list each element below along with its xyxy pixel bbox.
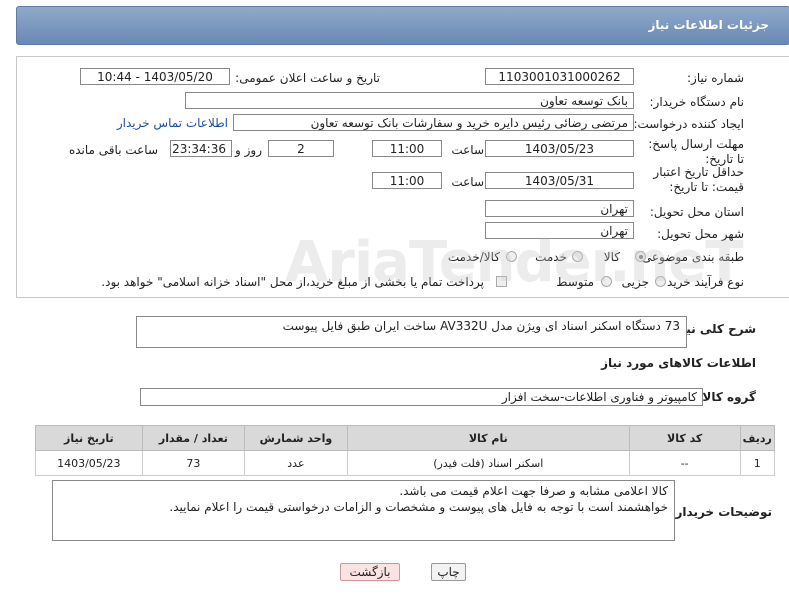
- print-button[interactable]: چاپ: [431, 563, 466, 581]
- col-header-quantity: تعداد / مقدار: [141, 425, 246, 451]
- col-header-goods-name: نام کالا: [346, 425, 630, 451]
- page-title: جزئیات اطلاعات نیاز: [648, 18, 769, 32]
- cell-quantity: 73: [141, 450, 246, 476]
- days-field: 2: [268, 140, 334, 157]
- buyer-notes-line-2: خواهشمند است با توجه به فایل های پیوست و…: [169, 500, 668, 514]
- price-deadline-label: حداقل تاریخ اعتبار قیمت: تا تاریخ:: [653, 165, 744, 194]
- col-header-need-date: تاریخ نیاز: [35, 425, 143, 451]
- cell-row-number: 1: [739, 450, 775, 476]
- goods-table-header: ردیف کد کالا نام کالا واحد شمارش تعداد /…: [35, 425, 775, 451]
- description-text: 73 دستگاه اسکنر اسناد ای ویژن مدل AV332U…: [282, 319, 680, 333]
- buyer-org-field: بانک توسعه تعاون: [185, 92, 634, 109]
- cell-need-date: 1403/05/23: [35, 450, 143, 476]
- goods-group-field: کامپیوتر و فناوری اطلاعات-سخت افزار: [140, 388, 703, 406]
- days-label: روز و: [235, 143, 262, 157]
- need-number-field: 1103001031000262: [485, 68, 634, 85]
- remaining-time-label: ساعت باقی مانده: [68, 143, 158, 157]
- reply-deadline-label: مهلت ارسال پاسخ: تا تاریخ:: [648, 137, 744, 166]
- col-header-unit: واحد شمارش: [244, 425, 348, 451]
- remaining-time-field: 23:34:36: [170, 140, 232, 157]
- buyer-notes-line-1: کالا اعلامی مشابه و صرفا جهت اعلام قیمت …: [399, 484, 668, 498]
- col-header-goods-code: کد کالا: [628, 425, 741, 451]
- need-number-label: شماره نیاز:: [687, 71, 744, 85]
- cell-goods-code: --: [628, 450, 741, 476]
- reply-time-field: 11:00: [372, 140, 442, 157]
- requester-label: ایجاد کننده درخواست:: [633, 117, 744, 131]
- goods-section-title: اطلاعات کالاهای مورد نیاز: [601, 356, 756, 370]
- announce-label: تاریخ و ساعت اعلان عمومی:: [235, 71, 380, 85]
- buyer-org-label: نام دستگاه خریدار:: [649, 95, 745, 109]
- province-label: استان محل تحویل:: [649, 205, 744, 219]
- description-box: 73 دستگاه اسکنر اسناد ای ویژن مدل AV332U…: [136, 316, 687, 348]
- price-time-label: ساعت: [451, 175, 484, 189]
- price-time-field: 11:00: [372, 172, 442, 189]
- buyer-notes-box: کالا اعلامی مشابه و صرفا جهت اعلام قیمت …: [52, 480, 675, 541]
- cell-goods-name: اسکنر اسناد (فلت فیدر): [346, 450, 630, 476]
- table-row: 1 -- اسکنر اسناد (فلت فیدر) عدد 73 1403/…: [35, 450, 775, 476]
- page-header: جزئیات اطلاعات نیاز: [16, 6, 789, 45]
- watermark-logo: AriaTender.neT: [285, 230, 744, 295]
- buyer-notes-label: توضیحات خریدار:: [670, 505, 772, 519]
- requester-field: مرتضی رضائی رئیس دایره خرید و سفارشات با…: [233, 114, 634, 131]
- province-field: تهران: [485, 200, 634, 217]
- price-date-field: 1403/05/31: [485, 172, 634, 189]
- reply-time-label: ساعت: [451, 143, 484, 157]
- back-button[interactable]: بازگشت: [340, 563, 400, 581]
- goods-table: ردیف کد کالا نام کالا واحد شمارش تعداد /…: [35, 425, 775, 476]
- buyer-contact-link[interactable]: اطلاعات تماس خریدار: [117, 116, 228, 130]
- announce-datetime-field: 1403/05/20 - 10:44: [80, 68, 230, 85]
- goods-group-label: گروه کالا:: [697, 390, 756, 404]
- cell-unit: عدد: [244, 450, 348, 476]
- reply-date-field: 1403/05/23: [485, 140, 634, 157]
- col-header-row-number: ردیف: [739, 425, 775, 451]
